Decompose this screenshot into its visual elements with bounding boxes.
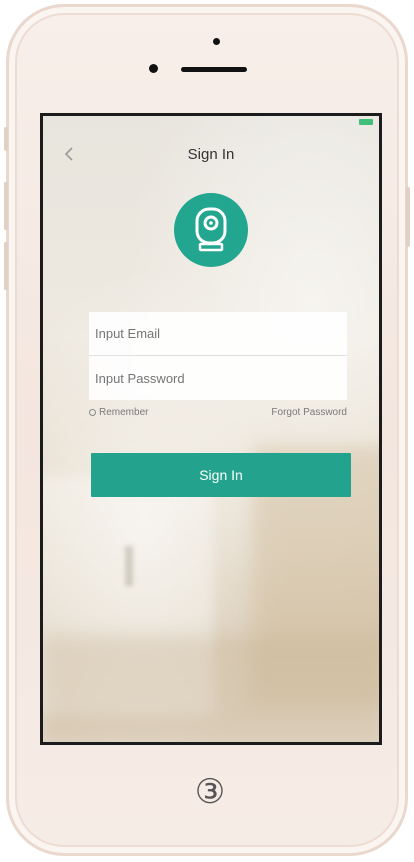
password-field[interactable] xyxy=(89,356,347,400)
battery-icon xyxy=(359,119,373,125)
phone-screen: Sign In Remember Forgot Password Sign In xyxy=(40,113,382,745)
remember-label: Remember xyxy=(99,407,149,418)
earpiece-speaker xyxy=(181,67,247,72)
app-signin-screen: Sign In Remember Forgot Password Sign In xyxy=(43,116,379,742)
forgot-password-link[interactable]: Forgot Password xyxy=(271,407,347,418)
volume-down-button xyxy=(4,242,8,290)
front-camera-icon xyxy=(213,38,220,45)
side-button xyxy=(4,127,8,151)
checkbox-icon xyxy=(89,409,96,416)
remember-checkbox[interactable]: Remember xyxy=(89,407,148,418)
proximity-sensor-icon xyxy=(149,64,158,73)
page-title: Sign In xyxy=(187,146,235,163)
sign-in-button[interactable]: Sign In xyxy=(91,453,351,497)
background-furniture xyxy=(43,636,379,742)
background-furniture xyxy=(125,546,133,586)
login-form xyxy=(89,312,347,400)
step-number-marker: ③ xyxy=(194,773,226,811)
app-logo xyxy=(174,193,248,267)
camera-icon xyxy=(195,207,227,252)
email-field[interactable] xyxy=(89,312,347,356)
volume-up-button xyxy=(4,182,8,230)
power-button xyxy=(406,187,410,247)
